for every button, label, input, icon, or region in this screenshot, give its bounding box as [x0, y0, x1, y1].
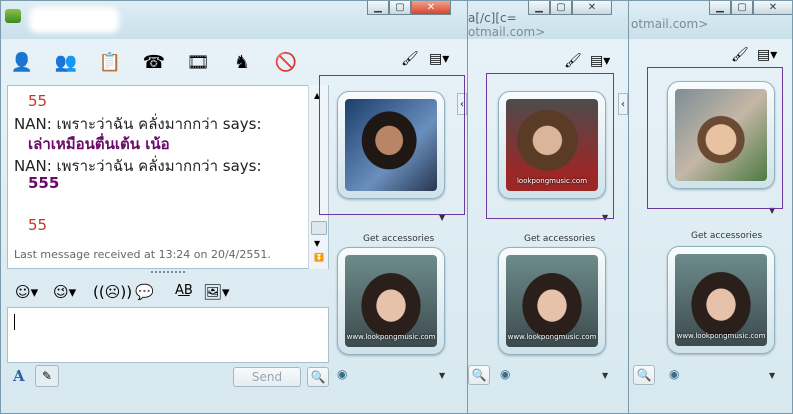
my-picture-frame[interactable]: www.lookpongmusic.com	[667, 246, 775, 354]
my-picture: www.lookpongmusic.com	[345, 255, 437, 347]
chevron-down-icon[interactable]: ▼	[439, 371, 445, 380]
paint-brush-icon[interactable]: 🖌	[564, 53, 582, 69]
title-bar: a[/c][c= otmail.com> ▁ ▢ ✕	[468, 1, 628, 39]
selection-rectangle	[647, 67, 783, 209]
maximize-button[interactable]: ▢	[550, 1, 572, 15]
conversation-history[interactable]: 55 NAN: เพราะว่าฉัน คลั่งมากกว่า says: เ…	[7, 85, 329, 269]
minimize-button[interactable]: ▁	[709, 1, 731, 15]
contacts-icon[interactable]: 👥	[53, 49, 79, 75]
paint-brush-icon[interactable]: 🖌	[731, 47, 749, 63]
send-button[interactable]: Send	[233, 367, 301, 387]
picture-watermark: www.lookpongmusic.com	[346, 333, 436, 341]
chat-message: เล่าเหมือนตื่นเต้น เน้อ	[28, 135, 170, 153]
font-style-icon[interactable]: A	[13, 367, 25, 385]
window-title: otmail.com>	[631, 17, 709, 31]
games-icon[interactable]: ♞	[229, 49, 255, 75]
maximize-button[interactable]: ▢	[389, 1, 411, 15]
emoticon-icon[interactable]: ☺▾	[15, 283, 38, 301]
scroll-thumb[interactable]	[311, 221, 327, 235]
close-button[interactable]: ✕	[572, 1, 612, 15]
splitter-grip[interactable]	[151, 271, 185, 277]
input-bottom-bar: A ✎ Send 🔍	[7, 365, 329, 389]
app-icon	[5, 9, 21, 23]
block-icon[interactable]: 🚫	[273, 49, 299, 75]
title-bar: otmail.com> ▁ ▢ ✕	[629, 1, 792, 39]
my-picture-frame[interactable]: www.lookpongmusic.com	[498, 247, 606, 355]
picture-watermark: www.lookpongmusic.com	[507, 333, 597, 341]
title-bar: ▁ ▢ ✕	[1, 1, 467, 39]
get-accessories-link[interactable]: Get accessories	[524, 234, 595, 244]
chat-window-3: otmail.com> ▁ ▢ ✕ 🖌 ▤▾ ▼ Get accessories…	[628, 0, 793, 414]
chat-window-1: ▁ ▢ ✕ 👤 👥 📋 ☎ 🎞 ♞ 🚫 🖌 ▤▾ 55 NAN: เพราะว่…	[0, 0, 468, 414]
pen-icon[interactable]: ✎	[35, 365, 59, 387]
search-button[interactable]: 🔍	[633, 365, 655, 385]
get-accessories-link[interactable]: Get accessories	[691, 231, 762, 241]
chat-window-2: a[/c][c= otmail.com> ▁ ▢ ✕ 🖌 ▤▾ ‹ lookpo…	[467, 0, 629, 414]
picture-watermark: www.lookpongmusic.com	[676, 332, 766, 340]
webcam-icon[interactable]: ◉	[669, 367, 679, 381]
message-input[interactable]	[7, 307, 329, 363]
selection-rectangle	[319, 75, 465, 215]
video-icon[interactable]: 🎞	[185, 49, 211, 75]
share-icon[interactable]: 📋	[97, 49, 123, 75]
minimize-button[interactable]: ▁	[528, 1, 550, 15]
chevron-down-icon[interactable]: ▼	[439, 213, 445, 222]
chat-message: 555	[28, 174, 60, 192]
window-title-blurred	[29, 7, 119, 33]
collapse-panel-button[interactable]: ‹	[618, 93, 628, 115]
background-icon[interactable]: 🖼▾	[203, 283, 230, 301]
nudge-icon[interactable]: ((☹))	[93, 283, 132, 301]
layout-menu-icon[interactable]: ▤▾	[429, 51, 449, 67]
search-button[interactable]: 🔍	[307, 367, 329, 387]
call-icon[interactable]: ☎	[141, 49, 167, 75]
chat-line: 55	[28, 216, 48, 234]
wink-icon[interactable]: 😉▾	[53, 283, 76, 301]
window-title: a[/c][c=	[468, 11, 517, 25]
formatting-toolbar: ☺▾ 😉▾ ((☹)) 💬 A͟B 🖼▾	[7, 279, 329, 307]
layout-menu-icon[interactable]: ▤▾	[590, 53, 610, 69]
close-button[interactable]: ✕	[753, 1, 792, 15]
voice-clip-icon[interactable]: 💬	[135, 283, 154, 301]
window-title-email: otmail.com>	[468, 25, 546, 39]
scroll-down-icon[interactable]: ▼	[314, 239, 320, 248]
chevron-down-icon[interactable]: ▼	[602, 371, 608, 380]
paint-brush-icon[interactable]: 🖌	[401, 51, 419, 67]
search-button[interactable]: 🔍	[468, 365, 490, 385]
my-picture: www.lookpongmusic.com	[506, 255, 598, 347]
add-contact-icon[interactable]: 👤	[9, 49, 35, 75]
webcam-icon[interactable]: ◉	[337, 367, 347, 381]
minimize-button[interactable]: ▁	[367, 1, 389, 15]
my-picture: www.lookpongmusic.com	[675, 254, 767, 346]
scroll-end-icon[interactable]: ⏬	[314, 253, 324, 262]
last-message-status: Last message received at 13:24 on 20/4/2…	[14, 248, 271, 261]
webcam-icon[interactable]: ◉	[500, 367, 510, 381]
selection-rectangle	[486, 73, 614, 219]
layout-menu-icon[interactable]: ▤▾	[757, 47, 777, 63]
text-caret	[14, 314, 15, 330]
chevron-down-icon[interactable]: ▼	[769, 371, 775, 380]
my-picture-frame[interactable]: www.lookpongmusic.com	[337, 247, 445, 355]
font-icon[interactable]: A͟B	[175, 283, 193, 298]
close-button[interactable]: ✕	[411, 1, 451, 15]
maximize-button[interactable]: ▢	[731, 1, 753, 15]
chat-line: 55	[28, 92, 48, 110]
get-accessories-link[interactable]: Get accessories	[363, 234, 434, 244]
